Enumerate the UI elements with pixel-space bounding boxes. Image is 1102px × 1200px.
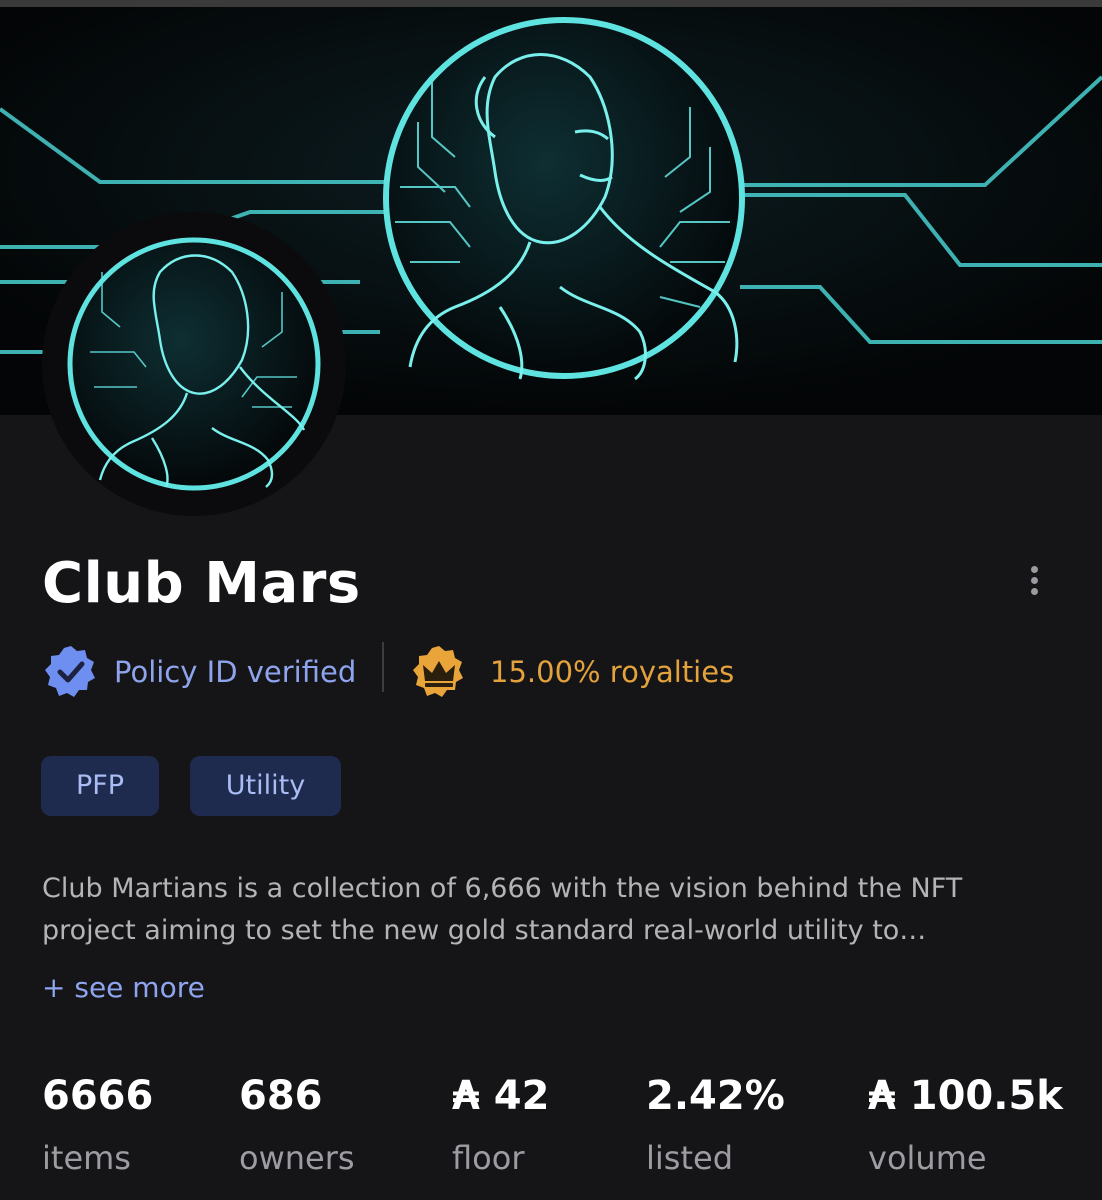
stat-floor: ₳ 42 floor — [452, 1070, 549, 1178]
collection-description: Club Martians is a collection of 6,666 w… — [42, 868, 1052, 952]
stat-value: ₳ 42 — [452, 1073, 550, 1119]
collection-title: Club Mars — [42, 551, 361, 616]
description-line: Club Martians is a collection of 6,666 w… — [42, 873, 963, 904]
badge-row: Policy ID verified 15.00% royalties — [42, 640, 842, 700]
stat-value: 6666 — [42, 1073, 154, 1119]
stat-label: listed — [646, 1139, 733, 1177]
description-line: project aiming to set the new gold stand… — [42, 915, 927, 946]
stat-label: owners — [239, 1139, 355, 1177]
stat-items: 6666 items — [42, 1070, 153, 1178]
stat-label: volume — [868, 1139, 987, 1177]
policy-verified-label: Policy ID verified — [114, 655, 357, 689]
verified-badge-icon — [45, 646, 95, 697]
collection-avatar — [42, 212, 346, 516]
stat-value: ₳ 100.5k — [868, 1073, 1063, 1119]
crown-icon — [413, 646, 463, 697]
stat-listed: 2.42% listed — [646, 1070, 785, 1178]
tag-utility[interactable]: Utility — [190, 756, 341, 816]
stat-value: 686 — [239, 1073, 323, 1119]
more-vertical-icon-dot — [1031, 588, 1038, 595]
stat-volume: ₳ 100.5k volume — [868, 1070, 1063, 1178]
royalties-label: 15.00% royalties — [490, 655, 735, 689]
stat-label: items — [42, 1139, 131, 1177]
stat-label: floor — [452, 1139, 525, 1177]
stat-value: 2.42% — [646, 1073, 785, 1119]
tag-pfp[interactable]: PFP — [41, 756, 159, 816]
banner-medallion — [383, 17, 745, 381]
more-vertical-icon — [1031, 566, 1038, 573]
top-strip — [0, 0, 1102, 7]
stat-owners: 686 owners — [239, 1070, 355, 1178]
more-vertical-icon-dot — [1031, 577, 1038, 584]
more-options-button[interactable] — [1018, 560, 1054, 600]
see-more-link[interactable]: + see more — [42, 968, 205, 1008]
badge-divider — [382, 642, 384, 692]
